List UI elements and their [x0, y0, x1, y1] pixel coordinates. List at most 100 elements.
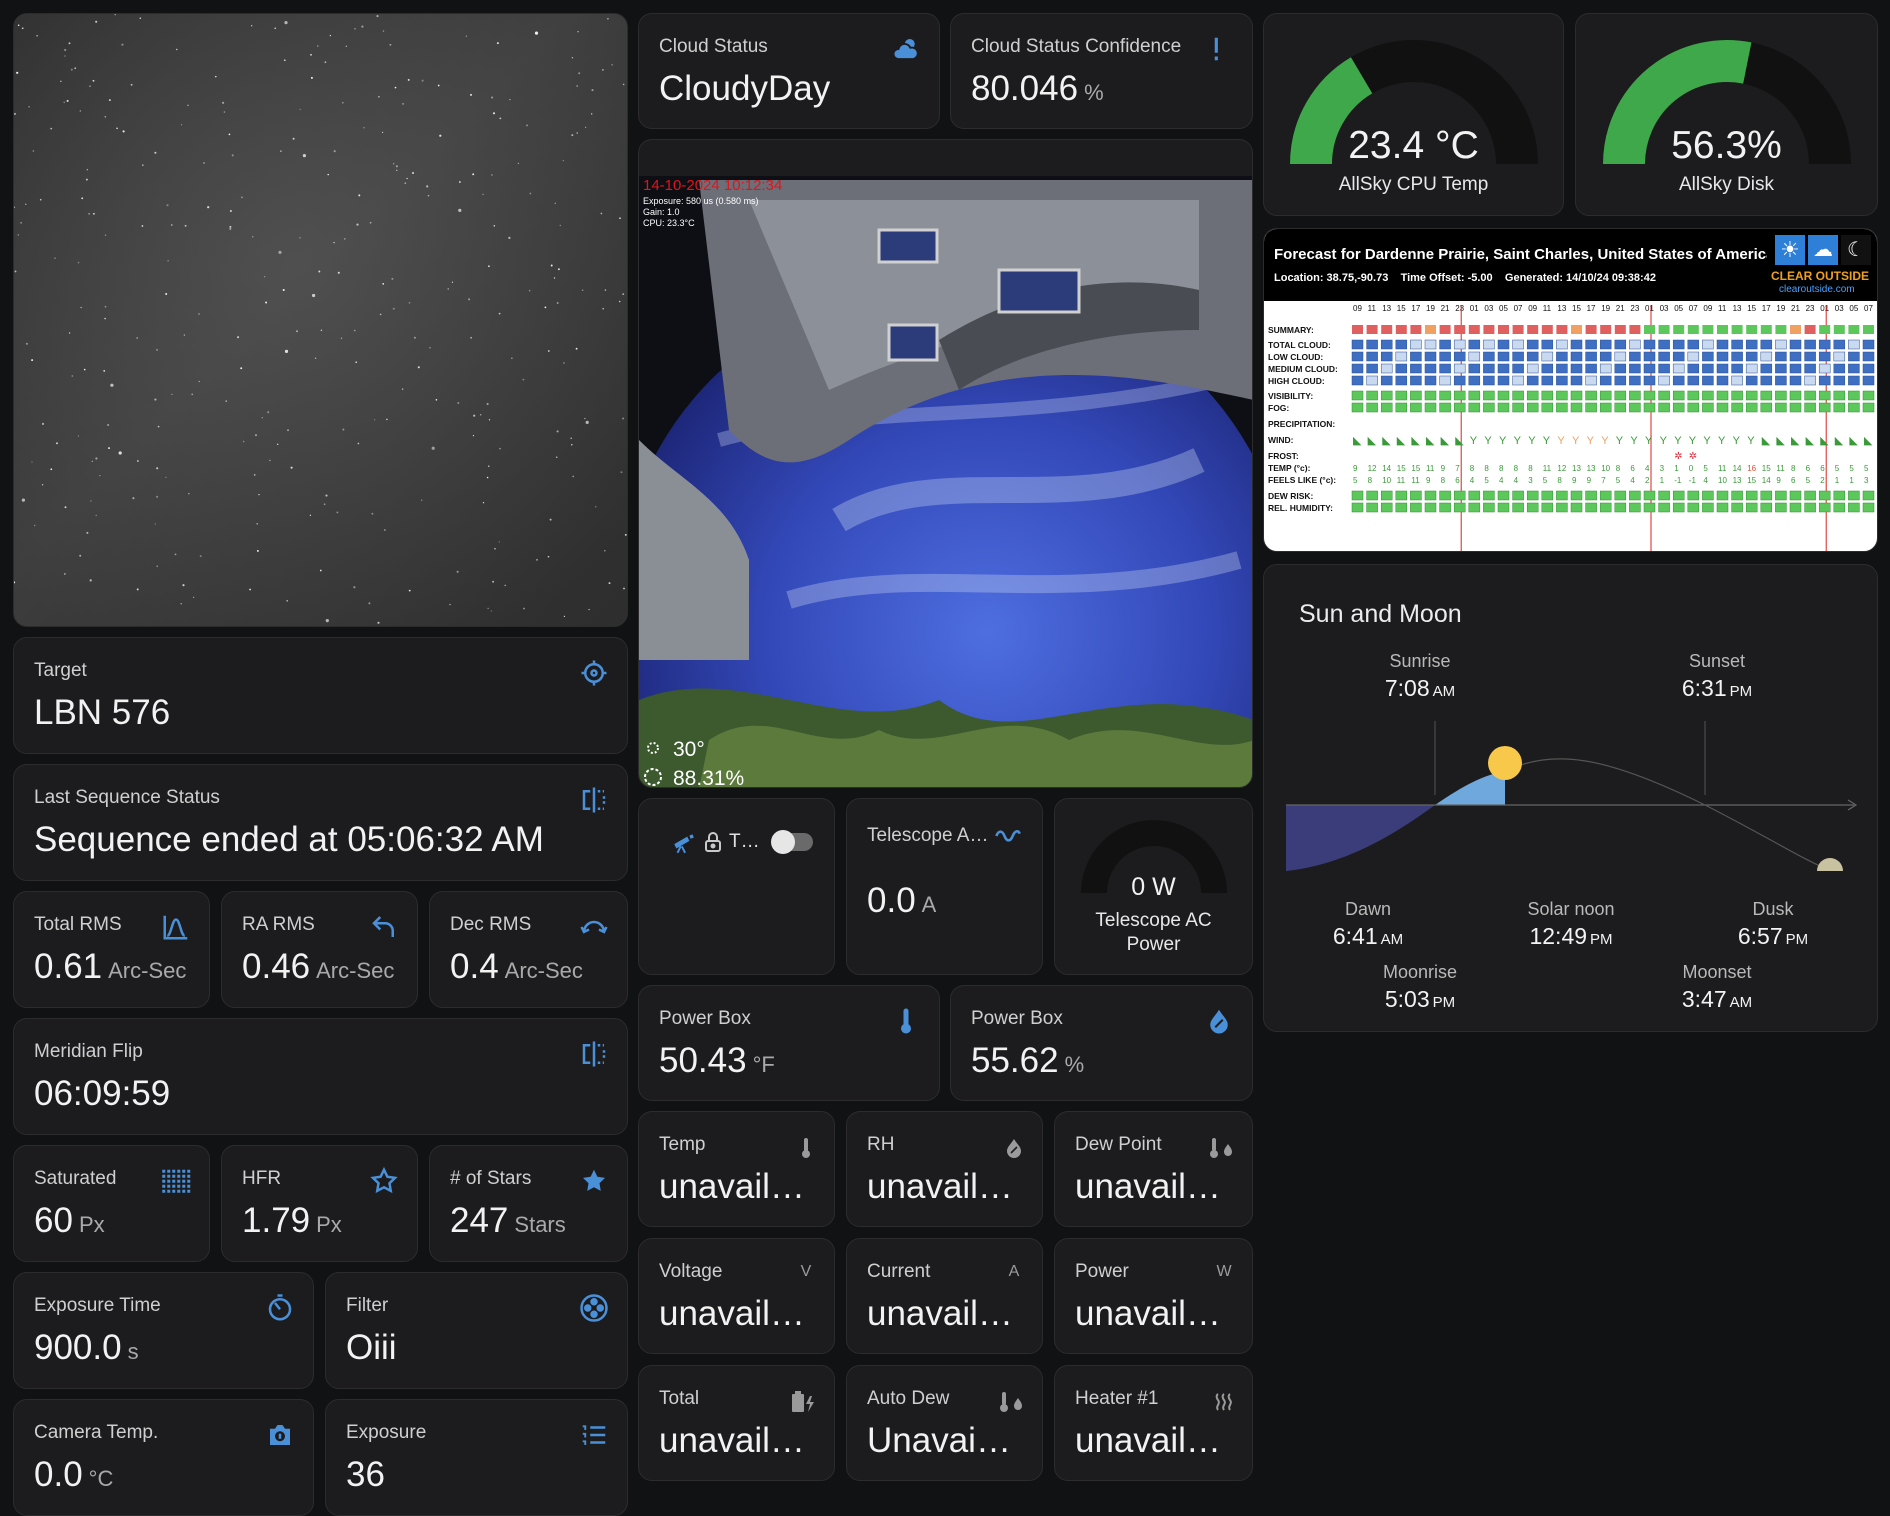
telescope-switch-card[interactable]: T…	[638, 798, 835, 975]
filter-card[interactable]: Filter Oiii	[325, 1272, 628, 1389]
temp-cell: 7	[1455, 464, 1460, 473]
wind-arrow: Y	[1514, 435, 1522, 447]
wind-arrow: ◣	[1849, 435, 1858, 447]
humidity-cell	[1643, 502, 1656, 513]
allsky-camera-image[interactable]	[13, 13, 628, 627]
cloud-cell	[1818, 375, 1831, 386]
cloud-cell	[1672, 339, 1685, 350]
temp-cell: 9	[1353, 464, 1358, 473]
cloud-cell	[1629, 363, 1641, 374]
cloud-cell	[1468, 363, 1481, 374]
power-box-humidity-card[interactable]: Power Box 55.62%	[950, 985, 1253, 1101]
fisheye-timestamp: 14-10-2024 10:12:34	[643, 177, 782, 194]
telescope-toggle[interactable]	[771, 830, 813, 854]
humidity-cell	[1424, 502, 1437, 513]
heater1-value: unavaila…	[1075, 1421, 1225, 1460]
cloud-cell	[1570, 351, 1583, 362]
volt-icon: V	[800, 1263, 812, 1280]
clear-outside-forecast[interactable]: Forecast for Dardenne Prairie, Saint Cha…	[1263, 228, 1878, 552]
summary-cell	[1541, 325, 1553, 334]
ra-rms-card[interactable]: RA RMS 0.46 Arc-Sec	[221, 891, 418, 1008]
disk-gauge-card[interactable]: 56.3% AllSky Disk	[1575, 13, 1878, 216]
forecast-hour: 21	[1791, 304, 1800, 313]
fisheye-camera-card[interactable]: 14-10-2024 10:12:34 Exposure: 580 us (0.…	[638, 139, 1253, 788]
exposure-card[interactable]: Exposure 36	[325, 1399, 628, 1516]
cloud-cell	[1351, 363, 1364, 374]
feels-like-cell: 11	[1411, 476, 1420, 485]
dew-point-card[interactable]: Dew Point unavaila…	[1054, 1111, 1253, 1227]
current-card[interactable]: Current unavaila… A	[846, 1238, 1043, 1354]
cloud-cell	[1804, 351, 1816, 362]
grid-dots-icon	[161, 1166, 191, 1196]
dec-rms-card[interactable]: Dec RMS 0.4 Arc-Sec	[429, 891, 628, 1008]
cloud-confidence-card[interactable]: Cloud Status Confidence 80.046%	[950, 13, 1253, 129]
fog-cell	[1585, 402, 1597, 413]
hfr-card[interactable]: HFR 1.79 Px	[221, 1145, 418, 1262]
fog-cell	[1789, 402, 1802, 413]
power-box-temp-card[interactable]: Power Box 50.43 °F	[638, 985, 940, 1101]
cloud-cell	[1848, 363, 1860, 374]
feels-like-cell: 3	[1528, 476, 1533, 485]
humidity-cell	[1526, 502, 1539, 513]
cloud-cell	[1453, 339, 1466, 350]
forecast-hour: 13	[1382, 304, 1391, 313]
cloud-cell	[1848, 375, 1860, 386]
humidity-cell	[1512, 502, 1524, 513]
cloud-cell	[1848, 339, 1860, 350]
forecast-header: Forecast for Dardenne Prairie, Saint Cha…	[1264, 229, 1774, 301]
humidity-cell	[1745, 502, 1758, 513]
cloud-cell	[1541, 363, 1554, 374]
cpu-temp-gauge-card[interactable]: 23.4 °C AllSky CPU Temp	[1263, 13, 1564, 216]
fog-cell	[1439, 402, 1451, 413]
voltage-card[interactable]: Voltage unavaila… V	[638, 1238, 835, 1354]
telescope-amps-card[interactable]: Telescope A… 0.0 A	[846, 798, 1043, 975]
cloud-cell	[1526, 339, 1539, 350]
temp-cell: 9	[1441, 464, 1446, 473]
total-card[interactable]: Total unavaila…	[638, 1365, 835, 1481]
humidity-cell	[1658, 502, 1670, 513]
feels-like-cell: 4	[1630, 476, 1635, 485]
cloud-cell	[1483, 375, 1495, 386]
saturated-card[interactable]: Saturated 60 Px	[13, 1145, 210, 1262]
sun-moon-card[interactable]: Sun and Moon Sunrise 7:08 AM Sunset 6:31 P…	[1263, 564, 1878, 1032]
ra-rms-value: 0.46 Arc-Sec	[242, 947, 395, 986]
dew-risk-cell	[1818, 490, 1831, 501]
forecast-hour: 23	[1455, 304, 1464, 313]
frost-icon: ✲	[1674, 451, 1682, 462]
visibility-cell	[1395, 390, 1408, 401]
temp-cell: 15	[1411, 464, 1420, 473]
forecast-hour: 19	[1426, 304, 1435, 313]
cloud-cell	[1570, 363, 1583, 374]
temp-card[interactable]: Temp unavaila…	[638, 1111, 835, 1227]
cloud-cell	[1702, 375, 1714, 386]
auto-dew-card[interactable]: Auto Dew Unavaila…	[846, 1365, 1043, 1481]
forecast-grid: 09 11 13 15 17 19 21 23 01 03 05 07 09 11 13 15 17 19 21 23…	[1268, 304, 1875, 551]
exposure-time-card[interactable]: Exposure Time 900.0 s	[13, 1272, 314, 1389]
heater1-card[interactable]: Heater #1 unavaila…	[1054, 1365, 1253, 1481]
cloud-status-card[interactable]: Cloud Status CloudyDay	[638, 13, 940, 129]
telescope-power-gauge-card[interactable]: 0 W Telescope AC Power	[1054, 798, 1253, 975]
humidity-cell	[1702, 502, 1714, 513]
wind-arrow: ◣	[1776, 435, 1785, 447]
forecast-row-label: PRECIPITATION:	[1268, 419, 1335, 429]
cloud-cell	[1658, 339, 1670, 350]
rh-card[interactable]: RH unavaila…	[846, 1111, 1043, 1227]
temp-cell: 5	[1835, 464, 1840, 473]
camera-temp-card[interactable]: Camera Temp. 0.0 °C	[13, 1399, 314, 1516]
forecast-hour: 03	[1660, 304, 1669, 313]
power-label: Power	[1075, 1261, 1129, 1282]
cloud-cell	[1541, 375, 1554, 386]
total-rms-card[interactable]: Total RMS 0.61 Arc-Sec	[13, 891, 210, 1008]
target-card[interactable]: Target LBN 576	[13, 637, 628, 754]
visibility-cell	[1366, 390, 1378, 401]
forecast-hour: 21	[1616, 304, 1625, 313]
power-card[interactable]: Power unavaila… W	[1054, 1238, 1253, 1354]
wind-arrow: ◣	[1441, 435, 1450, 447]
stars-card[interactable]: # of Stars 247 Stars	[429, 1145, 628, 1262]
last-sequence-card[interactable]: Last Sequence Status Sequence ended at 0…	[13, 764, 628, 881]
cloud-cell	[1351, 339, 1364, 350]
power-box-temp-value: 50.43 °F	[659, 1041, 775, 1080]
dew-point-label: Dew Point	[1075, 1134, 1162, 1155]
temp-cell: 15	[1397, 464, 1406, 473]
meridian-flip-card[interactable]: Meridian Flip 06:09:59	[13, 1018, 628, 1135]
